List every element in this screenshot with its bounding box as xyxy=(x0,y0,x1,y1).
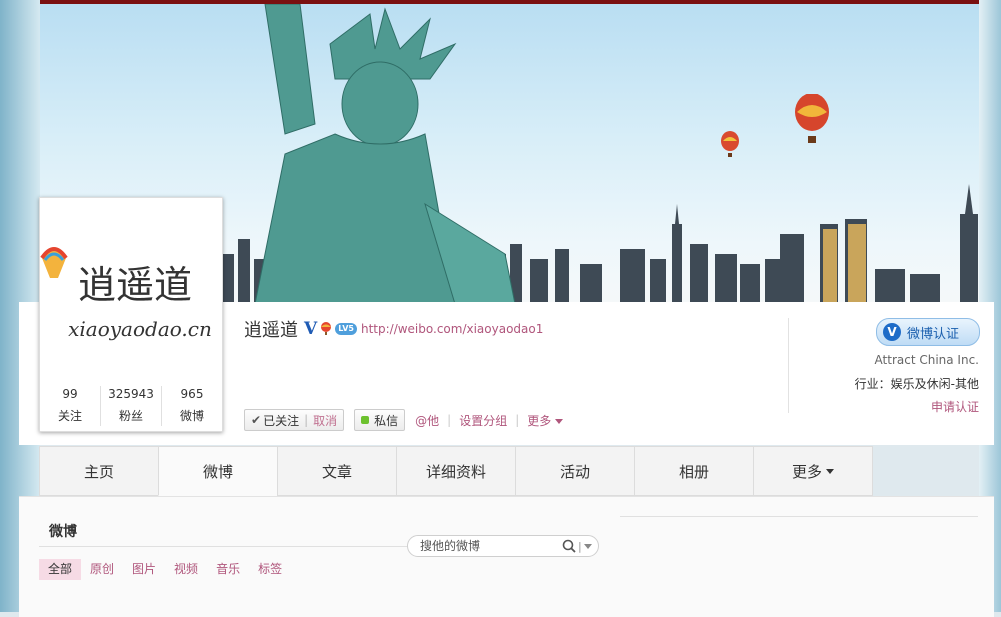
tab-albums[interactable]: 相册 xyxy=(634,446,753,496)
set-group-link[interactable]: 设置分组 xyxy=(459,412,507,429)
profile-actions: ✔ 已关注 | 取消 私信 @他 | 设置分组 | 更多 xyxy=(244,409,564,431)
filter-original[interactable]: 原创 xyxy=(81,559,123,580)
filter-all[interactable]: 全部 xyxy=(39,559,82,580)
message-label: 私信 xyxy=(374,413,399,428)
tab-activities[interactable]: 活动 xyxy=(515,446,634,496)
more-actions-dropdown[interactable]: 更多 xyxy=(527,412,564,429)
tab-more[interactable]: 更多 xyxy=(753,446,873,496)
filter-music[interactable]: 音乐 xyxy=(207,559,249,580)
filter-videos[interactable]: 视频 xyxy=(165,559,207,580)
hot-air-balloon-icon xyxy=(721,131,739,157)
message-icon xyxy=(361,416,370,424)
unfollow-button[interactable]: 取消 xyxy=(313,412,337,429)
weibo-search-input[interactable] xyxy=(418,538,562,554)
tab-more-label: 更多 xyxy=(791,462,822,481)
profile-name-row: 逍遥道 V LV5 http://weibo.com/xiaoyaodao1 xyxy=(244,316,543,342)
count-followers[interactable]: 325943 粉丝 xyxy=(100,386,161,426)
header-divider xyxy=(788,318,789,413)
avatar-logo-text: 逍遥道 xyxy=(78,263,192,307)
more-label: 更多 xyxy=(527,413,552,428)
section-divider xyxy=(39,546,411,547)
apply-verify-link[interactable]: 申请认证 xyxy=(931,398,979,415)
weibo-verify-badge[interactable]: V 微博认证 xyxy=(876,318,980,346)
message-button[interactable]: 私信 xyxy=(354,409,406,431)
filter-tags[interactable]: 标签 xyxy=(249,559,291,580)
count-label: 关注 xyxy=(57,409,82,423)
count-number: 325943 xyxy=(108,387,154,401)
count-number: 965 xyxy=(180,387,204,401)
avatar-card: 逍遥道 xiaoyaodao.cn 99 关注 325943 粉丝 965 微博 xyxy=(39,197,223,432)
tab-home[interactable]: 主页 xyxy=(39,446,158,496)
profile-nav-tabs: 主页 微博 文章 详细资料 活动 相册 更多 xyxy=(39,446,873,496)
industry-info: 行业：娱乐及休闲-其他 xyxy=(854,377,979,391)
check-icon: ✔ xyxy=(251,413,262,427)
section-title: 微博 xyxy=(49,524,77,540)
tab-articles[interactable]: 文章 xyxy=(277,446,396,496)
followed-label: 已关注 xyxy=(263,413,300,428)
balloon-badge-icon[interactable] xyxy=(320,322,332,336)
post-filters: 全部 原创 图片 视频 音乐 标签 xyxy=(39,559,291,580)
user-name: 逍遥道 xyxy=(244,320,298,341)
verified-v-icon[interactable]: V xyxy=(304,319,317,339)
tab-details[interactable]: 详细资料 xyxy=(396,446,515,496)
hot-air-balloon-icon xyxy=(795,94,829,143)
divider: | xyxy=(515,413,520,427)
count-label: 微博 xyxy=(179,409,204,423)
count-number: 99 xyxy=(62,387,78,401)
company-name: Attract China Inc. xyxy=(874,353,979,367)
count-label: 粉丝 xyxy=(118,409,143,423)
count-following[interactable]: 99 关注 xyxy=(40,386,100,426)
avatar-logo-subtext: xiaoyaodao.cn xyxy=(68,317,212,341)
divider: | xyxy=(578,539,582,553)
statue-of-liberty xyxy=(254,4,516,304)
search-icon[interactable] xyxy=(562,539,576,553)
profile-url-link[interactable]: http://weibo.com/xiaoyaodao1 xyxy=(361,322,543,336)
mention-link[interactable]: @他 xyxy=(415,412,439,429)
divider: | xyxy=(447,413,452,427)
filter-images[interactable]: 图片 xyxy=(123,559,165,580)
weibo-search-box: | xyxy=(407,535,599,557)
tab-weibo[interactable]: 微博 xyxy=(158,446,277,496)
level-badge[interactable]: LV5 xyxy=(335,323,357,335)
divider: | xyxy=(304,413,309,427)
followed-button[interactable]: ✔ 已关注 | 取消 xyxy=(244,409,345,431)
count-posts[interactable]: 965 微博 xyxy=(161,386,222,426)
profile-counts: 99 关注 325943 粉丝 965 微博 xyxy=(40,386,222,426)
chevron-down-icon xyxy=(826,468,834,474)
avatar[interactable]: 逍遥道 xiaoyaodao.cn xyxy=(40,218,222,368)
chevron-down-icon xyxy=(555,418,564,424)
chevron-down-icon[interactable] xyxy=(583,543,592,549)
verify-v-icon: V xyxy=(883,323,901,341)
verify-badge-label: 微博认证 xyxy=(907,326,960,342)
sidebar-divider xyxy=(620,516,978,517)
